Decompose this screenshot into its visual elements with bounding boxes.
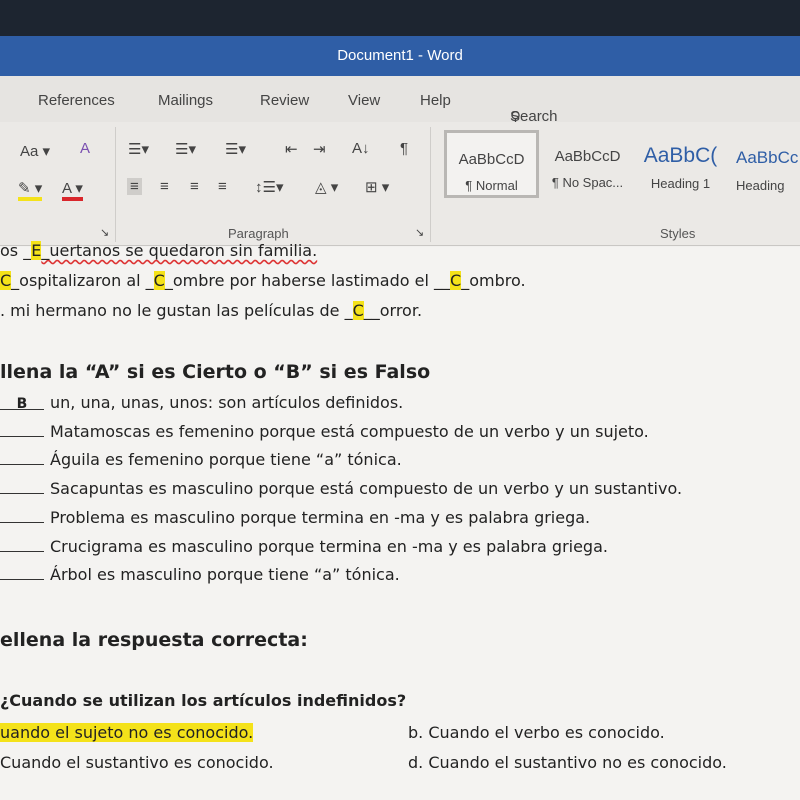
answer-blank[interactable] — [0, 509, 44, 523]
option-text: uando el sujeto no es conocido. — [0, 723, 254, 742]
style-heading-1[interactable]: AaBbC( Heading 1 — [633, 130, 728, 198]
decrease-indent-icon[interactable]: ⇤ — [285, 140, 298, 158]
statement: Árbol es masculino porque tiene “a” tóni… — [50, 565, 400, 585]
answer-blank[interactable] — [0, 566, 44, 581]
style-no-spacing[interactable]: AaBbCcD ¶ No Spac... — [540, 130, 635, 198]
tab-review[interactable]: Review — [260, 92, 309, 109]
text: __orror. — [363, 301, 423, 320]
true-false-item: Águila es femenino porque tiene “a” tóni… — [0, 450, 402, 469]
text: . mi hermano no le gustan las películas … — [0, 301, 353, 320]
answer-highlight: E — [31, 241, 42, 260]
align-left-icon[interactable]: ≡ — [127, 178, 142, 195]
option-c[interactable]: Cuando el sustantivo es conocido. — [0, 753, 274, 772]
true-false-item: Árbol es masculino porque tiene “a” tóni… — [0, 565, 400, 584]
ribbon: Aa ▾ A ✎ ▾ A ▾ ☰▾ ☰▾ ☰▾ ⇤ ⇥ A↓ ¶ ≡ ≡ ≡ ≡… — [0, 122, 800, 246]
screen-bezel — [0, 0, 800, 36]
text: _ospitalizaron al _ — [11, 271, 154, 290]
true-false-item: Sacapuntas es masculino porque está comp… — [0, 479, 682, 498]
statement: Crucigrama es masculino porque termina e… — [50, 536, 608, 556]
answer-highlight: C — [0, 271, 12, 290]
question: ¿Cuando se utilizan los artículos indefi… — [0, 691, 407, 710]
paragraph-group-label: Paragraph — [228, 226, 289, 241]
statement: un, una, unas, unos: son artículos defin… — [50, 393, 404, 412]
style-name: ¶ Normal — [465, 178, 518, 193]
answer-blank[interactable] — [0, 538, 44, 552]
answer-highlight: C — [450, 271, 462, 290]
line-spacing-icon[interactable]: ↕☰▾ — [255, 178, 283, 196]
font-dialog-launcher-icon[interactable]: ↘ — [100, 226, 109, 239]
increase-indent-icon[interactable]: ⇥ — [313, 140, 326, 158]
style-heading-2[interactable]: AaBbCc Heading — [728, 130, 800, 198]
bullets-icon[interactable]: ☰▾ — [128, 140, 149, 158]
statement: Matamoscas es femenino porque está compu… — [50, 421, 649, 441]
style-preview: AaBbCcD — [458, 151, 525, 168]
doc-line: os _E_uertanos se quedaron sin familia. — [0, 241, 317, 260]
clear-formatting-icon[interactable]: A — [80, 140, 90, 157]
paragraph-dialog-launcher-icon[interactable]: ↘ — [415, 226, 424, 239]
title-bar: Document1 - Word — [0, 36, 800, 76]
text: _uertanos se quedaron sin familia. — [41, 241, 318, 260]
styles-group-label: Styles — [660, 226, 696, 241]
style-preview: AaBbCc — [736, 148, 799, 167]
true-false-item: Bun, una, unas, unos: son artículos defi… — [0, 393, 403, 412]
answer-blank[interactable] — [0, 480, 44, 495]
multilevel-list-icon[interactable]: ☰▾ — [225, 140, 246, 158]
true-false-item: Problema es masculino porque termina en … — [0, 508, 590, 527]
change-case-label: Aa — [20, 143, 39, 160]
option-a[interactable]: uando el sujeto no es conocido. — [0, 723, 254, 742]
style-preview: AaBbCcD — [554, 148, 621, 165]
statement: Águila es femenino porque tiene “a” tóni… — [50, 450, 402, 470]
sort-icon[interactable]: A↓ — [352, 140, 370, 157]
style-name: ¶ No Spac... — [551, 175, 624, 190]
borders-icon[interactable]: ⊞ ▾ — [365, 178, 389, 196]
answer-highlight: C — [153, 271, 165, 290]
divider — [430, 127, 431, 242]
font-color-icon[interactable]: A ▾ — [62, 179, 83, 201]
tab-help[interactable]: Help — [420, 92, 451, 109]
statement: Problema es masculino porque termina en … — [50, 507, 591, 527]
ribbon-tabs: References Mailings Review View Help ⚲ S… — [0, 76, 800, 126]
style-name: Heading 1 — [650, 176, 711, 191]
true-false-item: Matamoscas es femenino porque está compu… — [0, 422, 649, 441]
document-page[interactable]: os _E_uertanos se quedaron sin familia. … — [0, 241, 800, 800]
tab-references[interactable]: References — [38, 92, 115, 109]
shading-icon[interactable]: ◬ ▾ — [315, 178, 338, 196]
show-formatting-icon[interactable]: ¶ — [400, 140, 408, 157]
doc-line: . mi hermano no le gustan las películas … — [0, 301, 422, 320]
answer-blank[interactable] — [0, 423, 44, 437]
text: _ombre por haberse lastimado el __ — [164, 271, 451, 290]
tab-mailings[interactable]: Mailings — [158, 92, 213, 109]
style-preview: AaBbC( — [643, 144, 718, 167]
true-false-item: Crucigrama es masculino porque termina e… — [0, 537, 608, 556]
option-b[interactable]: b. Cuando el verbo es conocido. — [408, 723, 665, 742]
numbering-icon[interactable]: ☰▾ — [175, 140, 196, 158]
section-heading: llena la “A” si es Cierto o “B” si es Fa… — [0, 361, 431, 383]
answer-highlight: C — [352, 301, 364, 320]
style-name: Heading — [736, 178, 785, 193]
statement: Sacapuntas es masculino porque está comp… — [50, 479, 683, 499]
window-title: Document1 - Word — [337, 47, 463, 64]
highlight-color-icon[interactable]: ✎ ▾ — [18, 179, 43, 201]
style-normal[interactable]: AaBbCcD ¶ Normal — [444, 130, 539, 198]
align-center-icon[interactable]: ≡ — [160, 178, 169, 195]
change-case-button[interactable]: Aa ▾ — [20, 142, 50, 160]
option-d[interactable]: d. Cuando el sustantivo no es conocido. — [408, 753, 727, 772]
answer-blank[interactable]: B — [0, 396, 44, 412]
justify-icon[interactable]: ≡ — [218, 178, 227, 195]
section-heading: ellena la respuesta correcta: — [0, 629, 308, 651]
answer-blank[interactable] — [0, 451, 44, 466]
text: os _ — [0, 241, 32, 260]
text: _ombro. — [461, 271, 526, 290]
divider — [115, 127, 116, 242]
tab-view[interactable]: View — [348, 92, 380, 109]
align-right-icon[interactable]: ≡ — [190, 178, 199, 195]
doc-line: C_ospitalizaron al _C_ombre por haberse … — [0, 271, 526, 290]
